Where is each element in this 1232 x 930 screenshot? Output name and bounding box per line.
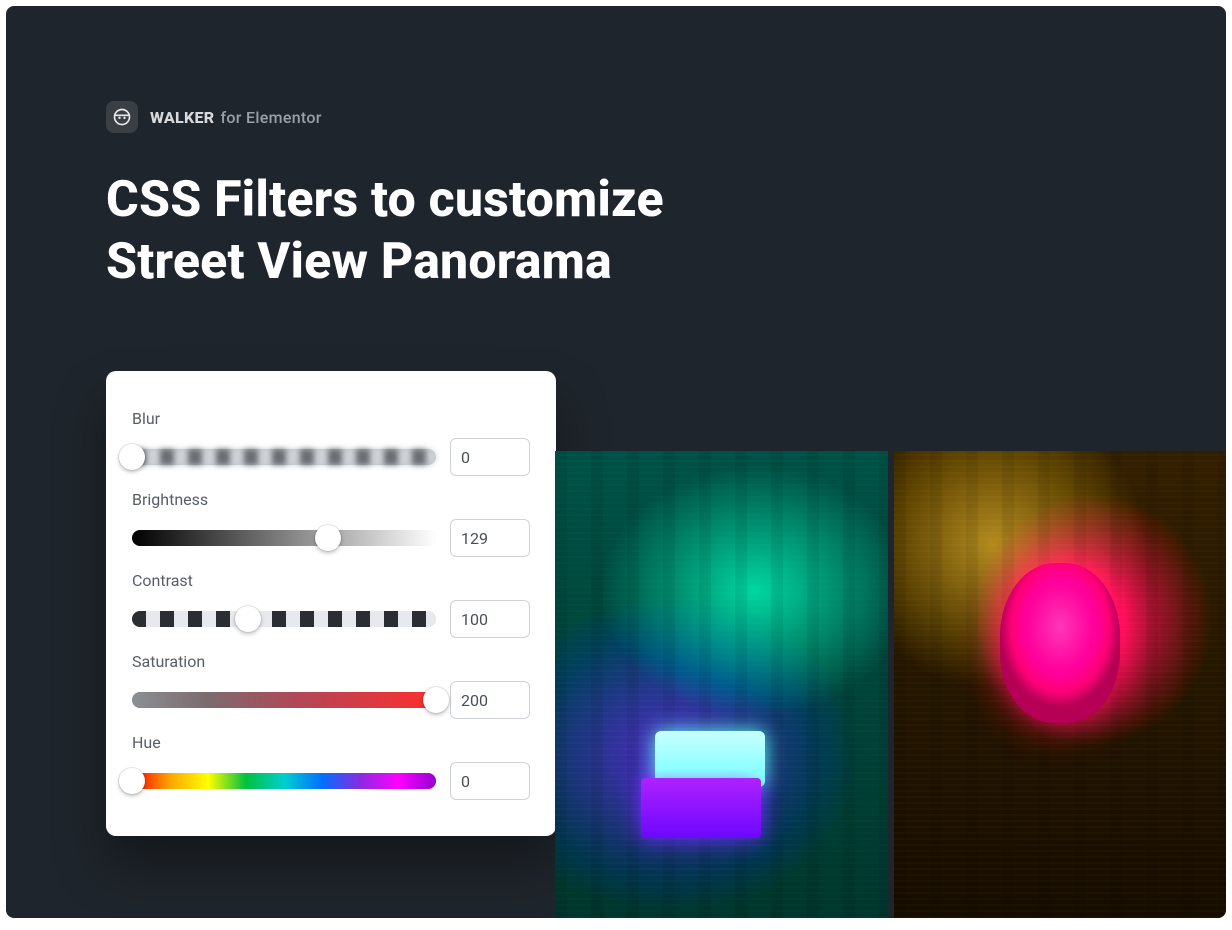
control-saturation: Saturation 200 [132,652,530,719]
slider-contrast[interactable] [132,611,436,627]
preview-photo-left [555,451,888,918]
preview-photos [555,451,1226,918]
walker-logo-icon [106,101,138,133]
input-brightness[interactable]: 129 [450,519,530,557]
brand: WALKER for Elementor [106,101,322,133]
filters-panel: Blur 0 Brightness 129 Contrast [106,371,556,836]
app-frame: WALKER for Elementor CSS Filters to cust… [6,6,1226,918]
page-title: CSS Filters to customize Street View Pan… [106,169,664,293]
label-hue: Hue [132,733,530,752]
control-brightness: Brightness 129 [132,490,530,557]
label-blur: Blur [132,409,530,428]
label-contrast: Contrast [132,571,530,590]
slider-thumb-hue[interactable] [119,768,145,794]
slider-thumb-saturation[interactable] [423,687,449,713]
brand-tagline: for Elementor [220,108,321,127]
preview-photo-right [894,451,1227,918]
input-blur[interactable]: 0 [450,438,530,476]
slider-brightness[interactable] [132,530,436,546]
slider-thumb-blur[interactable] [119,444,145,470]
input-hue[interactable]: 0 [450,762,530,800]
slider-blur[interactable] [132,449,436,465]
input-saturation[interactable]: 200 [450,681,530,719]
input-contrast[interactable]: 100 [450,600,530,638]
control-blur: Blur 0 [132,409,530,476]
page-title-line-1: CSS Filters to customize [106,169,664,231]
control-contrast: Contrast 100 [132,571,530,638]
slider-hue[interactable] [132,773,436,789]
label-brightness: Brightness [132,490,530,509]
control-hue: Hue 0 [132,733,530,800]
slider-thumb-brightness[interactable] [315,525,341,551]
label-saturation: Saturation [132,652,530,671]
brand-name: WALKER [150,108,214,127]
slider-saturation[interactable] [132,692,436,708]
slider-thumb-contrast[interactable] [235,606,261,632]
page-title-line-2: Street View Panorama [106,231,664,293]
